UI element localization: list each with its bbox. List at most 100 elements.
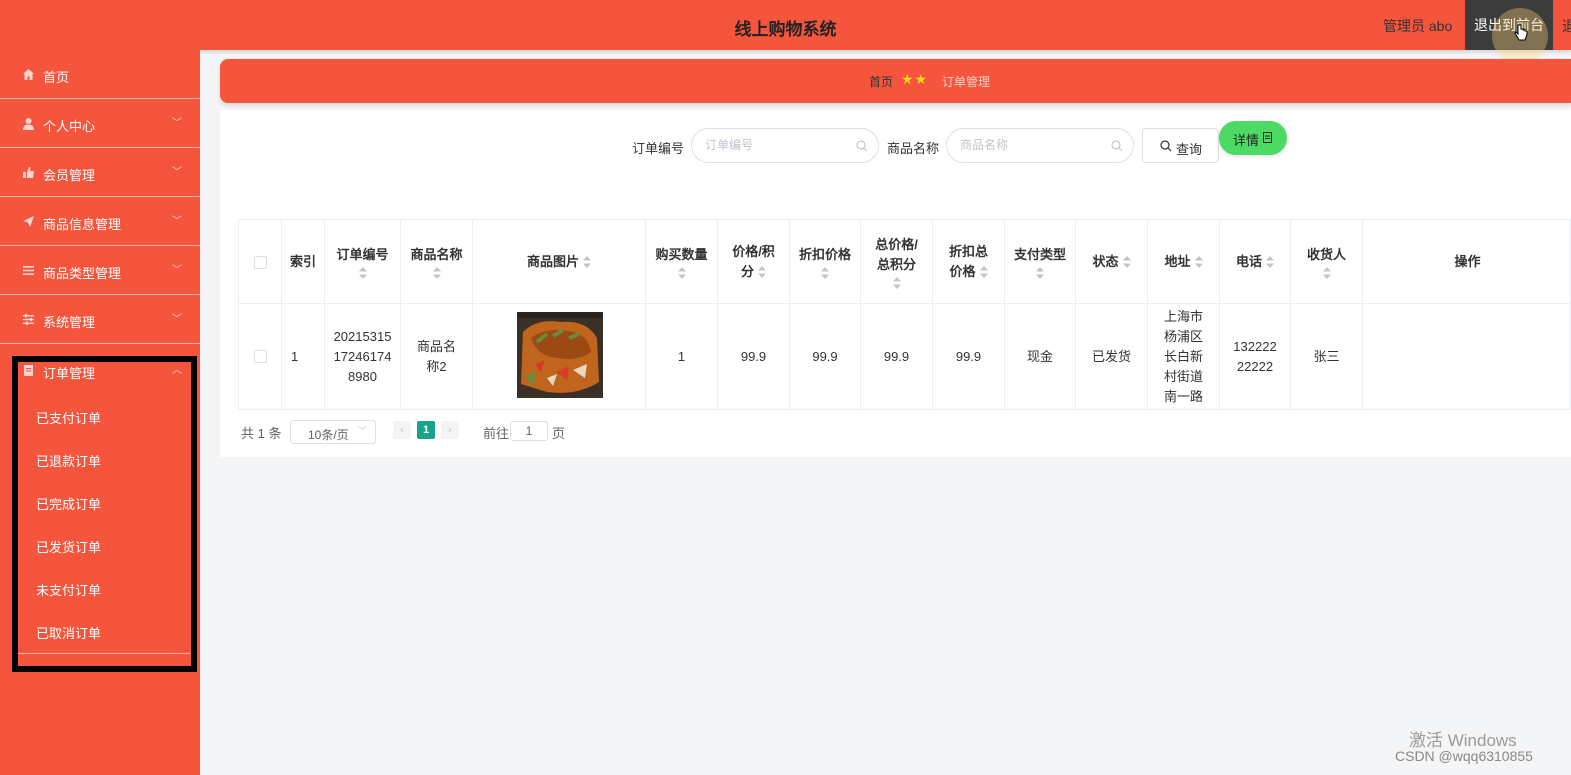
- goto-page-field[interactable]: [510, 421, 548, 441]
- sort-icon[interactable]: [1036, 266, 1044, 279]
- sort-icon[interactable]: [979, 266, 988, 279]
- list-icon: [23, 266, 34, 275]
- cell-index: 1: [282, 304, 325, 410]
- breadcrumb-separator-star-icon: ★★: [901, 71, 929, 87]
- send-icon: [23, 216, 34, 227]
- cell-price: 99.9: [718, 304, 790, 410]
- sort-icon[interactable]: [1122, 256, 1131, 269]
- product-name-search-field[interactable]: [946, 128, 1134, 163]
- header-label: 商品图片: [526, 253, 579, 269]
- sidebar-item-system[interactable]: 系统管理 ﹀: [0, 295, 200, 344]
- header-label: 收货人: [1306, 246, 1346, 262]
- table-row: [239, 304, 282, 410]
- sidebar-item-members[interactable]: 会员管理 ﹀: [0, 148, 200, 197]
- sort-icon[interactable]: [358, 266, 367, 279]
- table-header-product-name[interactable]: 商品名称: [401, 220, 473, 304]
- query-button-label: 查询: [1176, 142, 1203, 157]
- admin-label: 管理员 abo: [1383, 18, 1453, 34]
- sidebar-item-label: 个人中心: [43, 119, 96, 134]
- table-header-receiver[interactable]: 收货人: [1291, 220, 1363, 304]
- product-image[interactable]: [517, 312, 603, 398]
- table-header-price[interactable]: 价格/积分: [718, 220, 790, 304]
- thumb-icon: [23, 167, 34, 178]
- chevron-down-icon: ﹀: [172, 118, 182, 129]
- sort-icon[interactable]: [432, 266, 441, 279]
- cell-receiver: 张三: [1291, 304, 1363, 410]
- table-header-product-image[interactable]: 商品图片: [473, 220, 646, 304]
- order-no-input[interactable]: [705, 138, 845, 152]
- detail-button-label: 详情: [1233, 133, 1260, 148]
- cell-discount-price: 99.9: [790, 304, 861, 410]
- header-label: 操作: [1454, 253, 1481, 269]
- header-label: 折扣价格: [798, 246, 851, 262]
- order-no-label: 订单编号: [632, 141, 685, 156]
- goto-prefix: 前往: [483, 426, 510, 441]
- breadcrumb: 首页 ★★ 订单管理: [220, 59, 1571, 103]
- sidebar-item-product-info[interactable]: 商品信息管理 ﹀: [0, 197, 200, 246]
- search-icon: [1160, 140, 1172, 152]
- select-all-checkbox[interactable]: [254, 256, 267, 269]
- table-header-quantity[interactable]: 购买数量: [646, 220, 718, 304]
- table-header-pay-type[interactable]: 支付类型: [1005, 220, 1076, 304]
- cell-order-no: 2021531517246174 8980: [325, 304, 401, 410]
- chevron-down-icon: ﹀: [172, 265, 182, 276]
- chevron-down-icon: ﹀: [172, 216, 182, 227]
- table-header-total-price[interactable]: 总价格/总积分: [861, 220, 933, 304]
- sort-icon[interactable]: [583, 256, 591, 269]
- page-size-value: 10条/页: [308, 428, 349, 442]
- detail-button[interactable]: 详情: [1219, 121, 1287, 155]
- table-header-select: [239, 220, 282, 304]
- sort-icon[interactable]: [1194, 256, 1203, 269]
- sort-icon[interactable]: [758, 266, 766, 279]
- search-icon: [1111, 140, 1123, 152]
- header-label: 索引: [289, 253, 316, 269]
- sort-icon[interactable]: [1266, 256, 1274, 269]
- sidebar-item-profile[interactable]: 个人中心 ﹀: [0, 99, 200, 148]
- sidebar-item-label: 会员管理: [43, 168, 96, 183]
- prev-page-button[interactable]: ‹: [393, 421, 411, 439]
- home-icon: [23, 69, 34, 80]
- order-no-search-field[interactable]: [691, 128, 879, 163]
- goto-page-input[interactable]: [511, 422, 547, 440]
- annotation-highlight-box: [12, 356, 197, 672]
- settings-icon: [23, 314, 34, 325]
- csdn-watermark: CSDN @wqq6310855: [1395, 748, 1533, 764]
- sidebar-item-product-type[interactable]: 商品类型管理 ﹀: [0, 246, 200, 295]
- header-label: 支付类型: [1013, 246, 1066, 262]
- table-header-status[interactable]: 状态: [1076, 220, 1148, 304]
- breadcrumb-home[interactable]: 首页: [869, 73, 893, 90]
- page-number-current[interactable]: 1: [417, 421, 435, 439]
- cell-quantity: 1: [646, 304, 718, 410]
- cell-pay-type: 现金: [1005, 304, 1076, 410]
- sort-icon[interactable]: [677, 266, 686, 279]
- header-label: 状态: [1092, 253, 1119, 269]
- table-header-discount-total[interactable]: 折扣总价格: [933, 220, 1005, 304]
- table-header-address[interactable]: 地址: [1148, 220, 1220, 304]
- pagination-total: 共 1 条: [241, 426, 282, 441]
- table-header-order-no[interactable]: 订单编号: [325, 220, 401, 304]
- cell-address: 上海市杨浦区长白新村街道南一路: [1148, 304, 1220, 410]
- sort-icon[interactable]: [1322, 266, 1331, 279]
- sort-icon[interactable]: [821, 266, 829, 279]
- sidebar: 首页 个人中心 ﹀ 会员管理 ﹀ 商品信息管理 ﹀ 商品类型管理 ﹀ 系统管理 …: [0, 50, 200, 775]
- goto-suffix: 页: [552, 426, 566, 441]
- header-label: 电话: [1235, 253, 1262, 269]
- page-size-select[interactable]: 10条/页 ﹀: [290, 420, 376, 444]
- table-header-index: 索引: [282, 220, 325, 304]
- product-name-input[interactable]: [960, 138, 1100, 152]
- header-label: 总价格/总积分: [875, 236, 918, 272]
- sort-icon[interactable]: [892, 276, 901, 289]
- next-page-button[interactable]: ›: [441, 421, 459, 439]
- chevron-down-icon: ﹀: [172, 167, 182, 178]
- logout-partial-text[interactable]: 退: [1562, 16, 1571, 36]
- document-icon: [1263, 132, 1272, 143]
- sidebar-item-label: 商品类型管理: [43, 266, 122, 281]
- sidebar-item-home[interactable]: 首页: [0, 50, 200, 99]
- row-checkbox[interactable]: [254, 350, 267, 363]
- query-button[interactable]: 查询: [1142, 128, 1219, 163]
- top-header: 线上购物系统 管理员 abo 退出到前台 退: [0, 0, 1571, 64]
- table-header-actions: 操作: [1363, 220, 1571, 304]
- table-header-discount-price[interactable]: 折扣价格: [790, 220, 861, 304]
- cell-status: 已发货: [1076, 304, 1148, 410]
- table-header-phone[interactable]: 电话: [1220, 220, 1291, 304]
